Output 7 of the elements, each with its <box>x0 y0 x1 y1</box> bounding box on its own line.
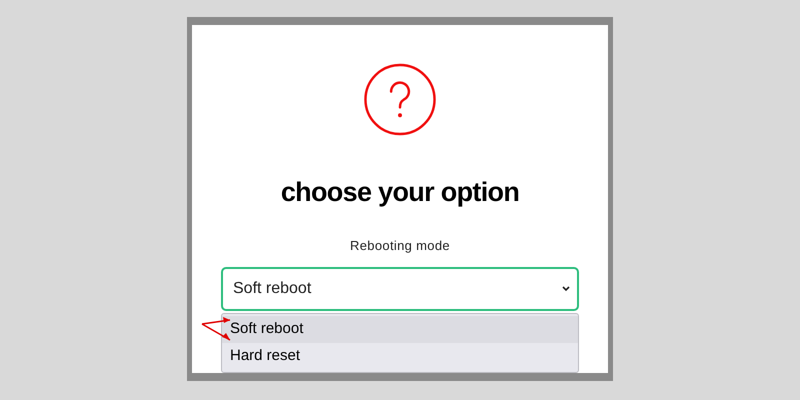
select-field[interactable]: Soft reboot <box>221 267 579 311</box>
chevron-down-icon <box>561 285 571 293</box>
field-label: Rebooting mode <box>350 239 450 252</box>
question-icon <box>363 63 437 136</box>
dropdown-option[interactable]: Hard reset <box>222 343 578 370</box>
dialog-title: choose your option <box>280 179 520 206</box>
dropdown-option[interactable]: Soft reboot <box>222 316 578 343</box>
